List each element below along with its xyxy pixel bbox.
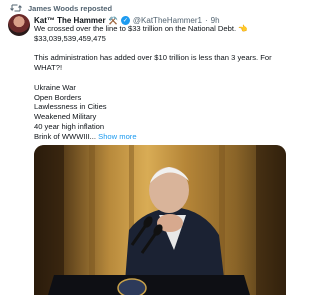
repost-label: James Woods reposted: [28, 3, 113, 13]
photo-illustration: [34, 145, 286, 295]
tweet-line-1: We crossed over the line to $33 trillion…: [34, 24, 248, 33]
list-item: Lawlessness in Cities: [34, 102, 107, 112]
tweet-text: We crossed over the line to $33 trillion…: [34, 24, 294, 142]
show-more-link[interactable]: Show more: [98, 132, 136, 141]
list-item: Open Borders: [34, 92, 82, 102]
avatar[interactable]: [8, 14, 30, 36]
tweet-line-3: This administration has added over $10 t…: [34, 53, 272, 73]
tweet-last-line: Brink of WWWIII... Show more: [34, 131, 137, 141]
repost-indicator[interactable]: James Woods reposted: [10, 2, 112, 14]
list-item: Ukraine War: [34, 82, 76, 92]
pointing-hand-icon: 👈: [238, 24, 248, 33]
list-item: Weakened Military: [34, 112, 97, 122]
list-item: 40 year high inflation: [34, 121, 105, 131]
repost-icon: [10, 4, 22, 12]
tweet-debt-figure: $33,039,539,459,475: [34, 33, 106, 43]
tweet-photo[interactable]: [34, 145, 286, 295]
